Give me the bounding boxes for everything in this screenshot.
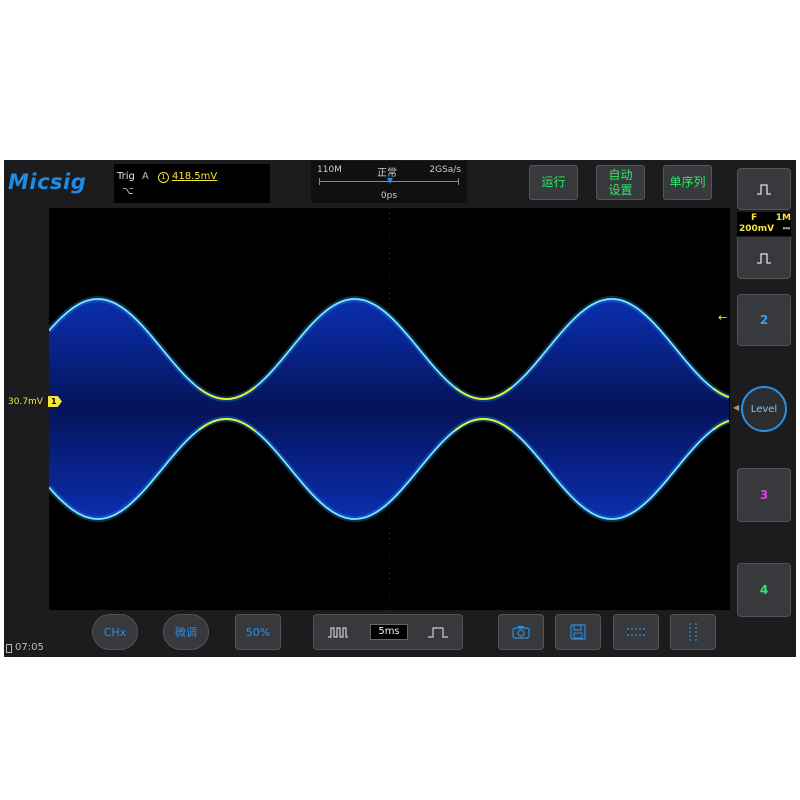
battery-icon	[6, 644, 12, 653]
timebase-value[interactable]: 5ms	[370, 624, 408, 640]
ch1-coupling: F	[751, 213, 758, 223]
horizontal-cursor-icon	[627, 628, 645, 636]
memory-bar-left-cap	[319, 178, 320, 185]
horizontal-delay: 0ps	[380, 191, 398, 201]
horizontal-cursor-button[interactable]	[613, 614, 659, 650]
level-pointer-icon: ◀	[733, 403, 740, 412]
camera-icon	[512, 626, 530, 639]
timebase-increase-button[interactable]	[313, 614, 363, 650]
pulse-train-icon	[328, 627, 348, 638]
level-knob[interactable]: Level	[741, 386, 787, 432]
save-icon	[570, 624, 586, 640]
ch1-pulse-button-lower[interactable]	[737, 237, 791, 279]
memory-position-marker-icon	[387, 178, 393, 184]
pulse-wide-icon	[428, 627, 448, 638]
waveform-svg	[49, 208, 730, 610]
ch4-button[interactable]: 4	[737, 563, 791, 617]
pulse-icon	[757, 184, 771, 195]
trigger-mode: A	[142, 171, 149, 182]
memory-bar-right-cap	[458, 178, 459, 185]
ch1-pulse-button[interactable]	[737, 168, 791, 210]
auto-set-button[interactable]: 自动 设置	[596, 165, 645, 200]
auto-set-label-line2: 设置	[608, 182, 633, 197]
trigger-channel-badge: 1	[158, 172, 169, 183]
acquisition-info-panel[interactable]: 110M 正常 2GSa/s 0ps	[311, 161, 467, 203]
trigger-label: Trig	[117, 171, 135, 182]
vertical-cursor-button[interactable]	[670, 614, 716, 650]
trigger-info-panel[interactable]: Trig A ⌥ 1 418.5mV	[114, 164, 270, 203]
clock-time: 07:05	[15, 642, 44, 653]
trigger-level-arrow-icon[interactable]: ←	[718, 311, 727, 324]
trigger-edge-icon: ⌥	[122, 186, 134, 197]
timebase-decrease-button[interactable]	[413, 614, 463, 650]
ch1-settings-box[interactable]: F 1M 200mV ⎓	[737, 212, 791, 236]
ch1-impedance: 1M	[775, 213, 791, 223]
acquisition-mode: 正常	[377, 168, 397, 179]
waveform-display[interactable]	[49, 208, 730, 610]
fifty-percent-button[interactable]: 50%	[235, 614, 281, 650]
ch3-button[interactable]: 3	[737, 468, 791, 522]
sample-rate: 2GSa/s	[429, 165, 461, 175]
screenshot-button[interactable]	[498, 614, 544, 650]
ch1-offset-value: 30.7mV	[8, 397, 43, 407]
save-button[interactable]	[555, 614, 601, 650]
dc-coupling-icon: ⎓	[782, 224, 790, 234]
pulse-icon	[757, 252, 771, 264]
oscilloscope-window: Micsig Trig A ⌥ 1 418.5mV 110M 正常 2GSa/s…	[4, 160, 796, 657]
auto-set-label-line1: 自动	[608, 167, 633, 182]
ch2-button[interactable]: 2	[737, 294, 791, 346]
vertical-cursor-icon	[689, 623, 697, 641]
chx-button[interactable]: CHx	[92, 614, 138, 650]
single-sequence-button[interactable]: 单序列	[663, 165, 712, 200]
run-button[interactable]: 运行	[529, 165, 578, 200]
fine-adjust-button[interactable]: 微调	[163, 614, 209, 650]
memory-depth: 110M	[317, 165, 342, 175]
trigger-level-value: 418.5mV	[172, 171, 218, 182]
ch1-scale: 200mV	[739, 224, 775, 234]
brand-logo: Micsig	[8, 170, 87, 194]
